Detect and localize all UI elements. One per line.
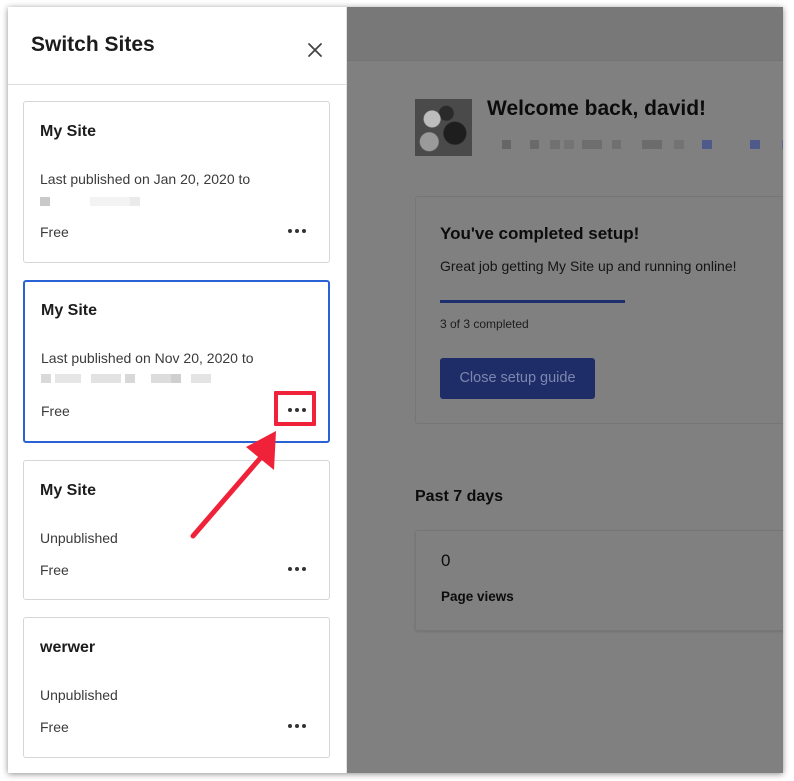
blurred-site-url	[502, 140, 783, 149]
site-name: My Site	[40, 482, 97, 499]
site-status: Unpublished	[40, 687, 118, 703]
site-status: Last published on Nov 20, 2020 to	[41, 350, 254, 366]
annotation-highlight-box	[274, 391, 316, 426]
setup-progress-text: 3 of 3 completed	[440, 317, 529, 331]
close-icon	[308, 43, 322, 57]
setup-progress-fill	[440, 300, 625, 303]
site-plan: Free	[40, 224, 69, 240]
page-views-card[interactable]: 0 Page views	[415, 530, 783, 631]
welcome-heading: Welcome back, david!	[487, 97, 707, 120]
site-plan: Free	[40, 562, 69, 578]
more-horizontal-icon	[288, 229, 292, 233]
setup-subtitle: Great job getting My Site up and running…	[440, 258, 737, 274]
site-name: werwer	[40, 639, 96, 656]
site-more-button[interactable]	[280, 713, 314, 739]
stats-period-label: Past 7 days	[415, 488, 504, 505]
setup-progress-bar	[440, 300, 625, 303]
site-status: Last published on Jan 20, 2020 to	[40, 171, 251, 187]
user-avatar	[415, 99, 472, 156]
site-status: Unpublished	[40, 530, 118, 546]
panel-title: Switch Sites	[31, 33, 155, 56]
switch-sites-panel: Switch Sites My Site Last published on J…	[8, 7, 347, 773]
site-card[interactable]: My Site Unpublished Free	[23, 460, 330, 600]
site-more-button[interactable]	[280, 218, 314, 244]
site-card[interactable]: werwer Unpublished Free	[23, 617, 330, 758]
more-horizontal-icon	[288, 567, 292, 571]
panel-header: Switch Sites	[8, 7, 347, 85]
page-views-value: 0	[441, 551, 451, 570]
app-window: Welcome back, david! You've completed se…	[8, 7, 783, 773]
site-plan: Free	[40, 719, 69, 735]
site-plan: Free	[41, 403, 70, 419]
blurred-site-url	[41, 374, 231, 383]
dashboard-overlay[interactable]: Welcome back, david! You've completed se…	[347, 7, 783, 773]
close-panel-button[interactable]	[303, 38, 327, 62]
close-setup-guide-button[interactable]: Close setup guide	[440, 358, 595, 399]
setup-title: You've completed setup!	[440, 224, 640, 243]
site-card[interactable]: My Site Last published on Jan 20, 2020 t…	[23, 101, 330, 263]
more-horizontal-icon	[288, 724, 292, 728]
site-name: My Site	[41, 302, 98, 319]
site-name: My Site	[40, 123, 97, 140]
page-views-label: Page views	[441, 589, 514, 604]
site-more-button[interactable]	[280, 556, 314, 582]
dashboard-topbar	[347, 7, 783, 61]
blurred-site-url	[40, 197, 230, 206]
